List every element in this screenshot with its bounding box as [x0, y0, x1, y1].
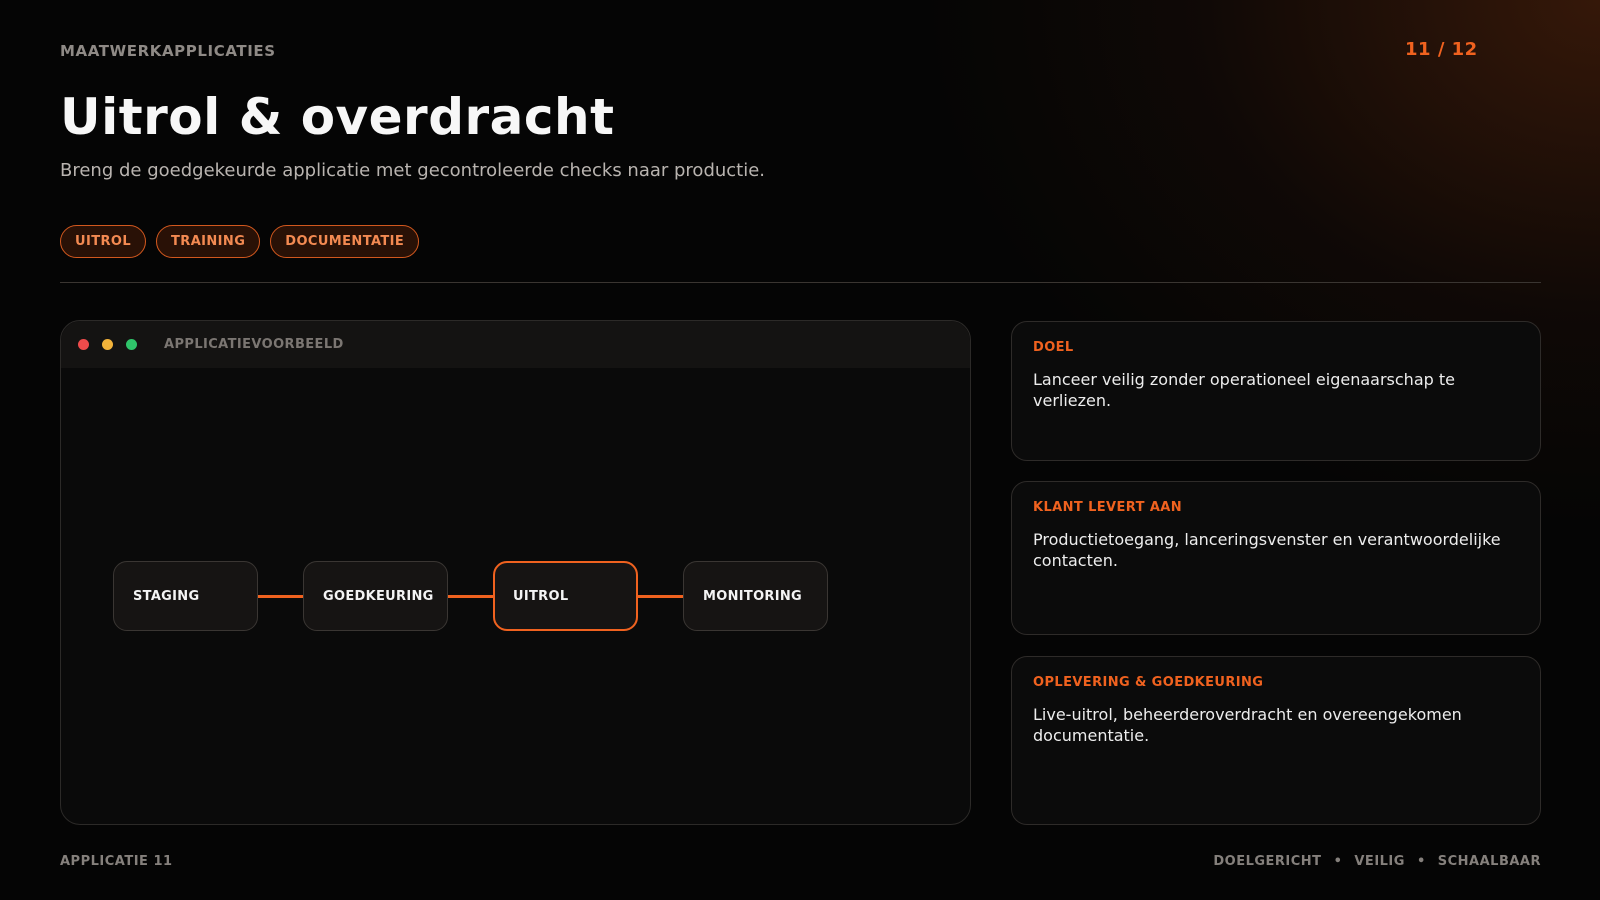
flow-connector [448, 594, 493, 598]
maximize-dot-icon [126, 339, 137, 350]
card-oplevering-goedkeuring: OPLEVERING & GOEDKEURING Live-uitrol, be… [1011, 656, 1541, 825]
footer-value: DOELGERICHT [1213, 854, 1322, 869]
section-eyebrow: MAATWERKAPPLICATIES [60, 42, 276, 60]
close-dot-icon [78, 339, 89, 350]
preview-label: APPLICATIEVOORBEELD [164, 337, 344, 352]
tag-list: UITROL TRAINING DOCUMENTATIE [60, 225, 420, 258]
page-subtitle: Breng de goedgekeurde applicatie met gec… [60, 160, 766, 181]
footer-separator: • [1333, 854, 1343, 869]
flow-connector [638, 594, 683, 598]
step-uitrol-active: UITROL [493, 561, 638, 631]
app-preview-window: APPLICATIEVOORBEELD STAGING GOEDKEURING … [60, 320, 971, 825]
card-heading: DOEL [1033, 340, 1074, 355]
window-titlebar: APPLICATIEVOORBEELD [61, 321, 970, 368]
card-text: Live-uitrol, beheerderoverdracht en over… [1033, 705, 1462, 745]
footer-app-label: APPLICATIE 11 [60, 854, 173, 869]
footer-separator: • [1416, 854, 1426, 869]
card-heading: KLANT LEVERT AAN [1033, 500, 1183, 515]
footer-value: VEILIG [1354, 854, 1405, 869]
step-goedkeuring: GOEDKEURING [303, 561, 448, 631]
minimize-dot-icon [102, 339, 113, 350]
footer-value: SCHAALBAAR [1437, 854, 1541, 869]
card-heading: OPLEVERING & GOEDKEURING [1033, 675, 1264, 690]
step-monitoring: MONITORING [683, 561, 828, 631]
card-doel: DOEL Lanceer veilig zonder operationeel … [1011, 321, 1541, 461]
card-text: Lanceer veilig zonder operationeel eigen… [1033, 370, 1455, 410]
tag-training: TRAINING [156, 225, 261, 258]
page-counter: 11 / 12 [1405, 39, 1478, 60]
tag-uitrol: UITROL [60, 225, 147, 258]
slide: MAATWERKAPPLICATIES 11 / 12 Uitrol & ove… [0, 0, 1600, 900]
deployment-flow: STAGING GOEDKEURING UITROL MONITORING [113, 561, 828, 631]
step-staging: STAGING [113, 561, 258, 631]
page-title: Uitrol & overdracht [60, 88, 615, 146]
tag-documentatie: DOCUMENTATIE [270, 225, 420, 258]
divider [60, 282, 1541, 283]
flow-connector [258, 594, 303, 598]
footer-values: DOELGERICHT • VEILIG • SCHAALBAAR [1213, 854, 1541, 869]
card-klant-levert-aan: KLANT LEVERT AAN Productietoegang, lance… [1011, 481, 1541, 635]
card-text: Productietoegang, lanceringsvenster en v… [1033, 530, 1501, 570]
